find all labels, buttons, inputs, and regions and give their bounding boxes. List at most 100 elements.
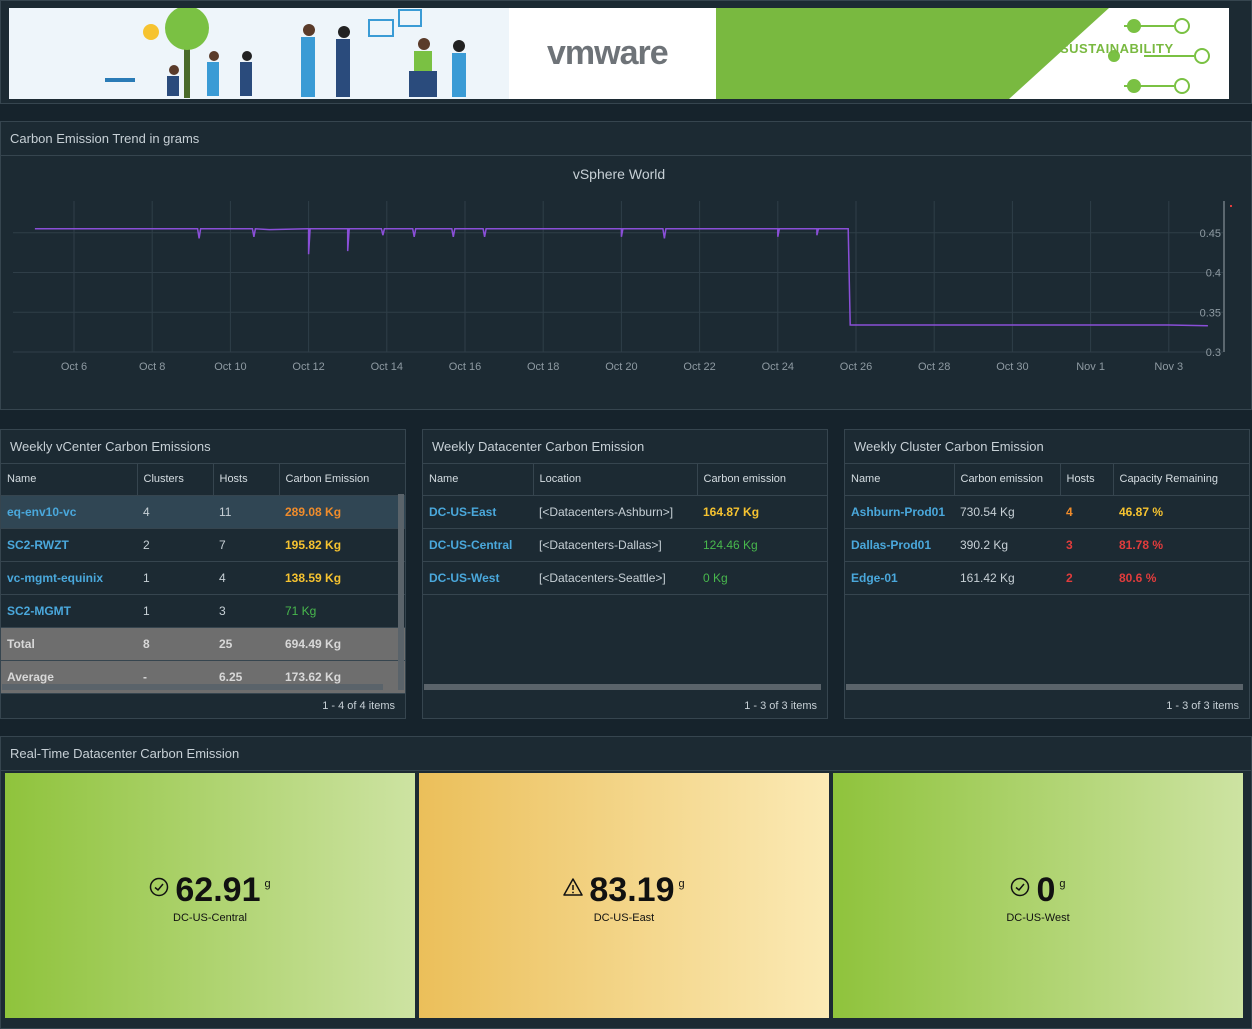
location-cell: [<Datacenters-Ashburn>] bbox=[533, 495, 697, 529]
x-tick-label: Oct 10 bbox=[214, 361, 246, 373]
cluster-table: Name Carbon emission Hosts Capacity Rema… bbox=[845, 464, 1249, 595]
x-tick-label: Oct 30 bbox=[996, 361, 1028, 373]
emission-cell: 195.82 Kg bbox=[279, 528, 405, 562]
column-header[interactable]: Carbon emission bbox=[954, 464, 1061, 496]
people-illustration bbox=[9, 8, 509, 99]
x-tick-label: Oct 14 bbox=[371, 361, 403, 373]
vertical-scrollbar[interactable] bbox=[398, 494, 404, 690]
cluster-name-link[interactable]: Edge-01 bbox=[851, 571, 898, 585]
banner-image: vmware SUSTAINABILITY bbox=[9, 8, 1229, 99]
cluster-name-link[interactable]: Ashburn-Prod01 bbox=[851, 505, 945, 519]
table-row[interactable]: DC-US-Central [<Datacenters-Dallas>] 124… bbox=[423, 528, 827, 562]
emission-cell: 164.87 Kg bbox=[697, 495, 827, 529]
datacenter-name-link[interactable]: DC-US-Central bbox=[429, 538, 512, 552]
table-row[interactable]: DC-US-East [<Datacenters-Ashburn>] 164.8… bbox=[423, 495, 827, 529]
panel-title: Carbon Emission Trend in grams bbox=[1, 122, 1251, 156]
banner: vmware SUSTAINABILITY bbox=[0, 0, 1252, 104]
column-header[interactable]: Hosts bbox=[213, 464, 280, 496]
datacenter-table: Name Location Carbon emission DC-US-East… bbox=[423, 464, 827, 595]
table-row[interactable]: Dallas-Prod01 390.2 Kg 3 81.78 % bbox=[845, 528, 1249, 562]
hosts-cell: 3 bbox=[1060, 528, 1113, 562]
clusters-cell: 4 bbox=[137, 495, 213, 529]
panel-title: Weekly vCenter Carbon Emissions bbox=[1, 430, 405, 464]
hosts-cell: 4 bbox=[1060, 495, 1113, 529]
x-tick-label: Oct 16 bbox=[449, 361, 481, 373]
y-tick-label: 0.45 bbox=[1200, 228, 1221, 240]
horizontal-scrollbar[interactable] bbox=[846, 684, 1243, 690]
carbon-trend-panel: Carbon Emission Trend in grams vSphere W… bbox=[0, 121, 1252, 410]
column-header[interactable]: Name bbox=[423, 464, 534, 496]
location-cell: [<Datacenters-Dallas>] bbox=[533, 528, 697, 562]
emission-cell: 138.59 Kg bbox=[279, 561, 405, 595]
panel-title: Weekly Datacenter Carbon Emission bbox=[423, 430, 827, 464]
table-row[interactable]: eq-env10-vc 4 11 289.08 Kg bbox=[1, 495, 405, 529]
column-header[interactable]: Name bbox=[1, 464, 138, 496]
table-row[interactable]: Edge-01 161.42 Kg 2 80.6 % bbox=[845, 561, 1249, 595]
realtime-tile-east[interactable]: 83.19 g DC-US-East bbox=[419, 773, 829, 1018]
realtime-tile-central[interactable]: 62.91 g DC-US-Central bbox=[5, 773, 415, 1018]
emission-cell: 161.42 Kg bbox=[954, 561, 1060, 595]
panel-title: Real-Time Datacenter Carbon Emission bbox=[1, 737, 1251, 771]
emission-cell: 124.46 Kg bbox=[697, 528, 827, 562]
column-header[interactable]: Hosts bbox=[1060, 464, 1114, 496]
table-row[interactable]: SC2-RWZT 2 7 195.82 Kg bbox=[1, 528, 405, 562]
hosts-cell: 11 bbox=[213, 495, 279, 529]
cluster-name-link[interactable]: Dallas-Prod01 bbox=[851, 538, 931, 552]
clusters-cell: 1 bbox=[137, 561, 213, 595]
total-hosts: 25 bbox=[213, 627, 279, 661]
table-row[interactable]: vc-mgmt-equinix 1 4 138.59 Kg bbox=[1, 561, 405, 595]
hosts-cell: 2 bbox=[1060, 561, 1113, 595]
y-tick-label: 0.3 bbox=[1206, 347, 1221, 359]
check-circle-icon bbox=[1011, 877, 1030, 897]
vcenter-name-link[interactable]: SC2-MGMT bbox=[7, 604, 71, 618]
y-axis: 0.45 0.4 0.35 0.3 bbox=[1200, 228, 1221, 359]
chart-grid bbox=[13, 201, 1223, 353]
warning-triangle-icon bbox=[563, 878, 584, 896]
datacenter-name-link[interactable]: DC-US-West bbox=[429, 571, 499, 585]
hosts-cell: 3 bbox=[213, 594, 279, 628]
emission-cell: 390.2 Kg bbox=[954, 528, 1060, 562]
capacity-cell: 46.87 % bbox=[1113, 495, 1249, 529]
realtime-tile-west[interactable]: 0g DC-US-West bbox=[833, 773, 1243, 1018]
vcenter-panel: Weekly vCenter Carbon Emissions Name Clu… bbox=[0, 429, 406, 719]
emission-cell: 0 Kg bbox=[697, 561, 827, 595]
capacity-cell: 81.78 % bbox=[1113, 528, 1249, 562]
column-header[interactable]: Carbon emission bbox=[697, 464, 827, 496]
hosts-cell: 7 bbox=[213, 528, 279, 562]
column-header[interactable]: Location bbox=[533, 464, 698, 496]
pagination-info: 1 - 3 of 3 items bbox=[744, 700, 817, 712]
tile-unit: g bbox=[264, 878, 271, 890]
horizontal-scrollbar[interactable] bbox=[424, 684, 821, 690]
column-header[interactable]: Capacity Remaining bbox=[1113, 464, 1249, 496]
x-tick-label: Oct 12 bbox=[292, 361, 324, 373]
tile-value: 62.91 bbox=[175, 871, 261, 909]
total-label: Total bbox=[1, 627, 137, 661]
tile-value: 0 bbox=[1036, 871, 1056, 909]
tile-unit: g bbox=[1059, 878, 1066, 890]
x-tick-label: Oct 18 bbox=[527, 361, 559, 373]
table-row[interactable]: DC-US-West [<Datacenters-Seattle>] 0 Kg bbox=[423, 561, 827, 595]
column-header[interactable]: Carbon Emission bbox=[279, 464, 405, 496]
datacenter-name-link[interactable]: DC-US-East bbox=[429, 505, 496, 519]
cluster-panel: Weekly Cluster Carbon Emission Name Carb… bbox=[844, 429, 1250, 719]
vcenter-name-link[interactable]: vc-mgmt-equinix bbox=[7, 571, 103, 585]
x-tick-label: Oct 24 bbox=[762, 361, 794, 373]
trend-chart[interactable]: vSphere World Oct 6 Oct 8 Oct 10 Oct 12 Oct … bbox=[1, 157, 1251, 409]
vcenter-table: Name Clusters Hosts Carbon Emission eq-e… bbox=[1, 464, 405, 694]
vcenter-name-link[interactable]: eq-env10-vc bbox=[7, 505, 76, 519]
tile-label: DC-US-East bbox=[593, 912, 655, 924]
total-row: Total 8 25 694.49 Kg bbox=[1, 627, 405, 661]
table-row[interactable]: SC2-MGMT 1 3 71 Kg bbox=[1, 594, 405, 628]
x-tick-label: Oct 6 bbox=[61, 361, 87, 373]
clusters-cell: 1 bbox=[137, 594, 213, 628]
horizontal-scrollbar[interactable] bbox=[2, 684, 383, 690]
total-clusters: 8 bbox=[137, 627, 213, 661]
y-tick-label: 0.35 bbox=[1200, 307, 1221, 319]
datacenter-panel: Weekly Datacenter Carbon Emission Name L… bbox=[422, 429, 828, 719]
clusters-cell: 2 bbox=[137, 528, 213, 562]
vcenter-name-link[interactable]: SC2-RWZT bbox=[7, 538, 69, 552]
pagination-info: 1 - 3 of 3 items bbox=[1166, 700, 1239, 712]
column-header[interactable]: Clusters bbox=[137, 464, 214, 496]
table-row[interactable]: Ashburn-Prod01 730.54 Kg 4 46.87 % bbox=[845, 495, 1249, 529]
column-header[interactable]: Name bbox=[845, 464, 955, 496]
